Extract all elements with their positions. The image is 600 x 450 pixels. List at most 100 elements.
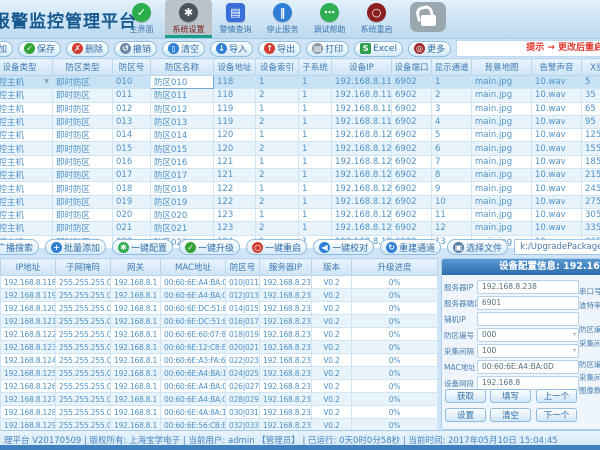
clear-button[interactable]: ▯清空: [162, 41, 205, 57]
cell[interactable]: 192.168.8.121: [1, 315, 56, 328]
cell[interactable]: main.jpg: [472, 115, 532, 128]
delete-button[interactable]: ✗删除: [66, 41, 109, 57]
cell[interactable]: 192.168.8.123: [332, 208, 392, 221]
column-header[interactable]: 服务器IP: [260, 259, 312, 276]
column-header[interactable]: MAC地址: [161, 259, 226, 276]
cell[interactable]: main.jpg: [472, 129, 532, 142]
cell[interactable]: 192.168.8.122: [332, 182, 392, 195]
cell[interactable]: 0%: [352, 406, 438, 419]
one-key-upgrade-button[interactable]: ✓一键升级: [179, 239, 240, 255]
cell[interactable]: 192.168.8.121: [332, 169, 392, 182]
cell[interactable]: 00:60:6E:12:C8:BD: [161, 341, 226, 354]
cell[interactable]: main.jpg: [472, 89, 532, 102]
cell[interactable]: 123: [214, 222, 256, 235]
cell[interactable]: 1: [256, 102, 299, 115]
save-button[interactable]: ✓保存: [18, 41, 61, 57]
cell[interactable]: 00:60:6E:60:07:8E: [161, 328, 226, 341]
cell[interactable]: 122: [214, 182, 256, 195]
cell[interactable]: 6902: [392, 89, 432, 102]
cell[interactable]: 1: [299, 129, 332, 142]
server-port-input[interactable]: 6901: [477, 296, 579, 310]
cell[interactable]: 9: [432, 182, 472, 195]
cell[interactable]: 119: [214, 115, 256, 128]
cell[interactable]: 防区020: [151, 208, 214, 221]
table-row[interactable]: 192.168.8.122255.255.255.0192.168.8.100:…: [1, 328, 438, 341]
cell[interactable]: 192.168.8.118: [332, 76, 392, 89]
next-button[interactable]: 下一个: [536, 408, 577, 422]
server-ip-input[interactable]: 192.168.8.238: [477, 280, 579, 294]
cell[interactable]: 155: [582, 142, 600, 155]
cell[interactable]: 0%: [352, 315, 438, 328]
cell[interactable]: V0.2: [312, 328, 352, 341]
cell[interactable]: 11: [432, 208, 472, 221]
column-header[interactable]: 设备IP: [332, 59, 392, 76]
table-row[interactable]: 192.168.8.120255.255.255.0192.168.8.100:…: [1, 302, 438, 315]
cell[interactable]: 255.255.255.0: [56, 341, 111, 354]
nav-item-alarm-query[interactable]: ▤警情查询: [212, 0, 259, 38]
cell[interactable]: 014: [113, 129, 151, 142]
aux-ip-input[interactable]: [477, 312, 579, 326]
cell[interactable]: 监控主机: [0, 115, 53, 128]
more-button[interactable]: ◎更多: [408, 41, 451, 57]
cell[interactable]: 185: [582, 155, 600, 168]
cell[interactable]: 118: [214, 89, 256, 102]
cell[interactable]: 0%: [352, 354, 438, 367]
table-row[interactable]: 监控主机即时防区014防区01412011192.168.8.12069025m…: [0, 129, 600, 142]
cell[interactable]: 即时防区: [53, 76, 113, 89]
cell[interactable]: V0.2: [312, 354, 352, 367]
mac-address-input[interactable]: 00:60:6E:A4:BA:0D: [477, 360, 579, 374]
cell[interactable]: 192.168.8.123: [1, 341, 56, 354]
cell[interactable]: 275: [582, 195, 600, 208]
cell[interactable]: 00:60:6E:4A:8A:1D: [161, 406, 226, 419]
cell[interactable]: 6902: [392, 142, 432, 155]
table-row[interactable]: 192.168.8.124255.255.255.0192.168.8.100:…: [1, 354, 438, 367]
cell[interactable]: 121: [214, 155, 256, 168]
cell[interactable]: 016: [113, 155, 151, 168]
cell[interactable]: 95: [582, 115, 600, 128]
cell[interactable]: 即时防区: [53, 182, 113, 195]
table-row[interactable]: 监控主机即时防区019防区01912221192.168.8.122690210…: [0, 195, 600, 208]
cell[interactable]: 125: [582, 129, 600, 142]
cell[interactable]: 016|017: [226, 315, 260, 328]
table-row[interactable]: 监控主机即时防区018防区01812211192.168.8.12269029m…: [0, 182, 600, 195]
cell[interactable]: 026|027: [226, 380, 260, 393]
cell[interactable]: 防区017: [151, 169, 214, 182]
one-key-restart-button[interactable]: ○一键重启: [246, 239, 307, 255]
print-button[interactable]: ▤打印: [306, 41, 349, 57]
table-row[interactable]: 监控主机即时防区012防区01211911192.168.8.11969023m…: [0, 102, 600, 115]
cell[interactable]: 013: [113, 115, 151, 128]
cell[interactable]: 防区021: [151, 222, 214, 235]
column-header[interactable]: 设备地址: [214, 59, 256, 76]
cell[interactable]: 7: [432, 155, 472, 168]
cell[interactable]: 6902: [392, 182, 432, 195]
zone-number-input[interactable]: 000▾: [477, 328, 579, 342]
column-header[interactable]: 升级进度: [352, 259, 438, 276]
cell[interactable]: 3: [432, 102, 472, 115]
cell[interactable]: 192.168.8.125: [1, 367, 56, 380]
choose-file-button[interactable]: ▣选择文件: [447, 239, 508, 255]
cell[interactable]: 即时防区: [53, 89, 113, 102]
cell[interactable]: 1: [256, 76, 299, 89]
cell[interactable]: 0%: [352, 367, 438, 380]
cell[interactable]: 020|021: [226, 341, 260, 354]
cell[interactable]: main.jpg: [472, 102, 532, 115]
cell[interactable]: 6902: [392, 155, 432, 168]
cell[interactable]: 6902: [392, 169, 432, 182]
cell[interactable]: 2: [256, 195, 299, 208]
cell[interactable]: 192.168.8.119: [1, 289, 56, 302]
cell[interactable]: 012: [113, 102, 151, 115]
batch-add-button[interactable]: +批量添加: [45, 239, 106, 255]
cell[interactable]: 192.168.8.238: [260, 354, 312, 367]
column-header[interactable]: 设备端口: [392, 59, 432, 76]
cell[interactable]: 255.255.255.0: [56, 367, 111, 380]
cell[interactable]: 6902: [392, 129, 432, 142]
cell[interactable]: main.jpg: [472, 182, 532, 195]
cell[interactable]: V0.2: [312, 393, 352, 406]
cell[interactable]: 监控主机▼: [0, 76, 53, 89]
cell[interactable]: 00:60:6E:A3:FA:6D: [161, 354, 226, 367]
one-key-config-button[interactable]: ✱一键配置: [112, 239, 173, 255]
one-key-calibrate-button[interactable]: ◀一键校对: [313, 239, 374, 255]
cell[interactable]: 022|023: [226, 354, 260, 367]
cell[interactable]: 011: [113, 89, 151, 102]
cell[interactable]: 10.wav: [532, 129, 582, 142]
